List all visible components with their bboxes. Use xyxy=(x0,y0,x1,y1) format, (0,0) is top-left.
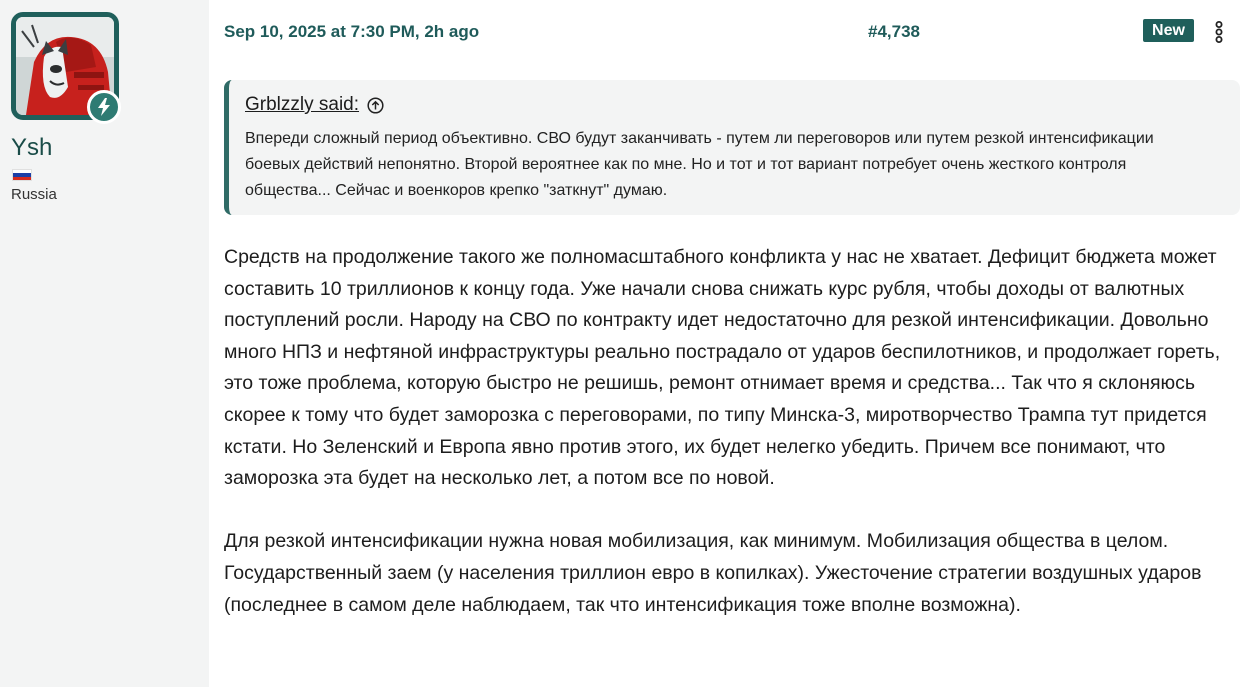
more-options-button[interactable] xyxy=(1209,18,1229,46)
staff-badge xyxy=(87,90,121,124)
username[interactable]: Ysh xyxy=(11,134,52,162)
arrow-up-circle-icon[interactable] xyxy=(367,96,384,114)
post-body: Средств на продолжение такого же полнома… xyxy=(224,242,1240,621)
quote-author-label: Grblzzly said: xyxy=(245,94,360,115)
vertical-ellipsis-icon xyxy=(1215,21,1223,43)
lightning-bolt-icon xyxy=(98,98,110,116)
new-badge: New xyxy=(1143,19,1194,42)
post-paragraph: Средств на продолжение такого же полнома… xyxy=(224,246,1221,490)
quote-text: Впереди сложный период объективно. СВО б… xyxy=(245,130,1154,199)
avatar[interactable] xyxy=(11,12,121,124)
user-location: Russia xyxy=(11,186,57,203)
post-number-link[interactable]: #4,738 xyxy=(868,22,920,42)
user-panel: Ysh Russia xyxy=(0,0,209,687)
quote-block: Grblzzly said: Впереди сложный период об… xyxy=(224,80,1240,215)
quote-author-link[interactable]: Grblzzly said: xyxy=(245,92,1224,118)
post-paragraph: Для резкой интенсификации нужна новая мо… xyxy=(224,530,1202,616)
russia-flag-icon xyxy=(12,169,32,181)
post-date-link[interactable]: Sep 10, 2025 at 7:30 PM, 2h ago xyxy=(224,22,479,42)
forum-post: Ysh Russia Sep 10, 2025 at 7:30 PM, 2h a… xyxy=(0,0,1240,687)
